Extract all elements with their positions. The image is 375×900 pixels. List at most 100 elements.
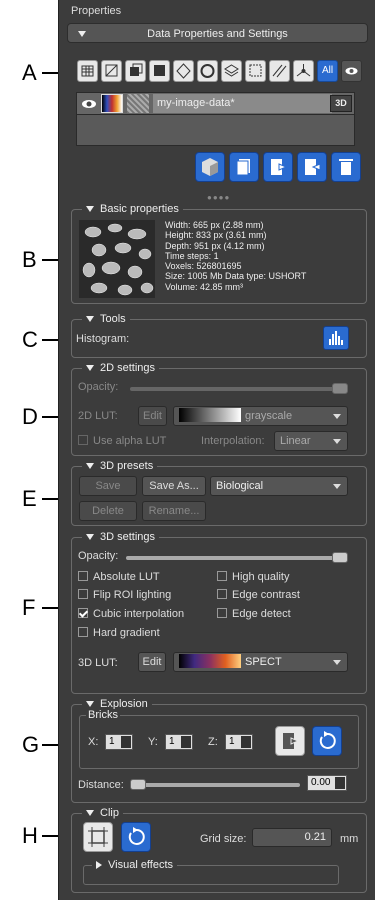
edge-detect-label: Edge detect: [232, 608, 291, 620]
import-button[interactable]: [297, 152, 327, 182]
use-alpha-lut-label: Use alpha LUT: [93, 435, 167, 447]
bricks-title: Bricks: [86, 709, 120, 722]
edge-detect-checkbox[interactable]: Edge detect: [217, 608, 291, 620]
edge-contrast-label: Edge contrast: [232, 589, 300, 601]
bricks-reset-button[interactable]: [312, 726, 342, 756]
export-button[interactable]: [263, 152, 293, 182]
lut-3d-label: 3D LUT:: [78, 657, 118, 669]
info-voxels: Voxels: 526801695: [165, 261, 242, 272]
crop-icon[interactable]: [245, 60, 266, 82]
layers-icon[interactable]: [221, 60, 242, 82]
round-icon[interactable]: [197, 60, 218, 82]
checkbox-box: [217, 608, 227, 618]
lut-3d-value: SPECT: [245, 656, 282, 668]
panel-title: Properties: [71, 5, 122, 17]
collapse-arrow-icon: [78, 31, 86, 37]
collapse-arrow-icon: [86, 534, 94, 541]
tools-header[interactable]: Tools: [82, 313, 130, 326]
delete-preset-button[interactable]: Delete: [79, 501, 137, 521]
layer-name[interactable]: my-image-data*: [153, 94, 332, 113]
basic-properties-section: Basic properties Width: 665 px (2.88 mm)…: [71, 203, 367, 304]
histogram-button[interactable]: [323, 326, 349, 350]
opacity-2d-label: Opacity:: [78, 381, 119, 393]
settings-3d-header[interactable]: 3D settings: [82, 531, 160, 544]
opacity-3d-handle[interactable]: [332, 552, 348, 563]
grid-size-label: Grid size:: [200, 833, 247, 845]
hard-gradient-label: Hard gradient: [93, 627, 160, 639]
settings-3d-section: 3D settings Opacity: Absolute LUT High q…: [71, 531, 367, 694]
collapse-arrow-icon: [86, 701, 94, 708]
opacity-2d-handle[interactable]: [332, 383, 348, 394]
high-quality-checkbox[interactable]: High quality: [217, 571, 289, 583]
visual-effects-title: Visual effects: [108, 859, 174, 871]
layer-row[interactable]: my-image-data* 3D: [77, 93, 354, 115]
lut-2d-select[interactable]: grayscale: [173, 406, 348, 426]
preset-value: Biological: [216, 480, 264, 492]
flip-roi-lighting-checkbox[interactable]: Flip ROI lighting: [78, 589, 171, 601]
copy-icon[interactable]: [125, 60, 146, 82]
edit-2d-lut-button[interactable]: Edit: [138, 406, 167, 426]
save-preset-button[interactable]: Save: [79, 476, 137, 496]
clip-title: Clip: [100, 807, 119, 819]
hard-gradient-checkbox[interactable]: Hard gradient: [78, 627, 160, 639]
eye-icon[interactable]: [341, 60, 362, 82]
lut-2d-value: grayscale: [245, 410, 293, 422]
polygon-icon[interactable]: [173, 60, 194, 82]
visibility-eye-icon[interactable]: [81, 97, 97, 114]
spect-gradient-icon: [179, 654, 241, 668]
square-icon[interactable]: [149, 60, 170, 82]
panel-header-text: Data Properties and Settings: [147, 28, 288, 40]
presets-3d-section: 3D presets Save Save As... Biological De…: [71, 460, 367, 526]
all-button[interactable]: All: [317, 60, 338, 82]
label-b: B: [22, 247, 37, 272]
reset-icon: [128, 827, 145, 845]
bricks-export-button[interactable]: [275, 726, 305, 756]
basic-properties-header[interactable]: Basic properties: [82, 203, 183, 216]
settings-2d-section: 2D settings Opacity: 2D LUT: Edit graysc…: [71, 362, 367, 456]
clip-header[interactable]: Clip: [82, 807, 123, 820]
distance-slider[interactable]: [130, 779, 300, 790]
clip-reset-button[interactable]: [121, 822, 151, 852]
select-icon[interactable]: [101, 60, 122, 82]
presets-3d-header[interactable]: 3D presets: [82, 460, 158, 473]
save-as-preset-button[interactable]: Save As...: [142, 476, 206, 496]
settings-2d-header[interactable]: 2D settings: [82, 362, 160, 375]
chevron-down-icon: [333, 484, 341, 489]
visual-effects-header[interactable]: Visual effects: [92, 859, 178, 872]
grid-size-input[interactable]: 0.21: [252, 828, 332, 847]
panel-header-bar[interactable]: Data Properties and Settings: [67, 23, 368, 43]
rename-preset-button[interactable]: Rename...: [142, 501, 206, 521]
use-alpha-lut-checkbox[interactable]: Use alpha LUT: [78, 435, 166, 447]
distance-handle[interactable]: [130, 779, 146, 790]
stripes-icon[interactable]: [269, 60, 290, 82]
absolute-lut-checkbox[interactable]: Absolute LUT: [78, 571, 160, 583]
node-icon[interactable]: [293, 60, 314, 82]
x-spinbox[interactable]: 1: [105, 734, 133, 750]
y-spinbox[interactable]: 1: [165, 734, 193, 750]
edge-contrast-checkbox[interactable]: Edge contrast: [217, 589, 300, 601]
grayscale-gradient-icon: [179, 408, 241, 422]
clip-section: Clip Grid size: 0.21 mm Visual effects: [71, 807, 367, 893]
lut-3d-select[interactable]: SPECT: [173, 652, 348, 672]
volume-render-button[interactable]: [195, 152, 225, 182]
cubic-interpolation-checkbox[interactable]: Cubic interpolation: [78, 608, 184, 620]
badge-3d[interactable]: 3D: [330, 95, 352, 112]
edit-3d-lut-button[interactable]: Edit: [138, 652, 166, 672]
lut-swatch-icon[interactable]: [101, 94, 123, 113]
bricks-group: Bricks X: 1 Y: 1 Z: 1: [79, 709, 359, 769]
grid-icon[interactable]: [77, 60, 98, 82]
splitter-handle[interactable]: ●●●●: [207, 193, 230, 202]
clip-box-button[interactable]: [83, 822, 113, 852]
z-spinbox[interactable]: 1: [225, 734, 253, 750]
opacity-3d-slider[interactable]: [126, 552, 348, 563]
preset-select[interactable]: Biological: [210, 476, 348, 496]
chevron-down-icon: [333, 414, 341, 419]
distance-spinbox[interactable]: 0.00: [307, 775, 347, 791]
delete-button[interactable]: [331, 152, 361, 182]
interpolation-select[interactable]: Linear: [274, 431, 348, 451]
opacity-2d-slider[interactable]: [130, 383, 348, 394]
collapse-arrow-icon: [86, 463, 94, 470]
tools-section: Tools Histogram:: [71, 313, 367, 358]
visual-effects-group: Visual effects: [83, 859, 339, 885]
duplicate-button[interactable]: [229, 152, 259, 182]
